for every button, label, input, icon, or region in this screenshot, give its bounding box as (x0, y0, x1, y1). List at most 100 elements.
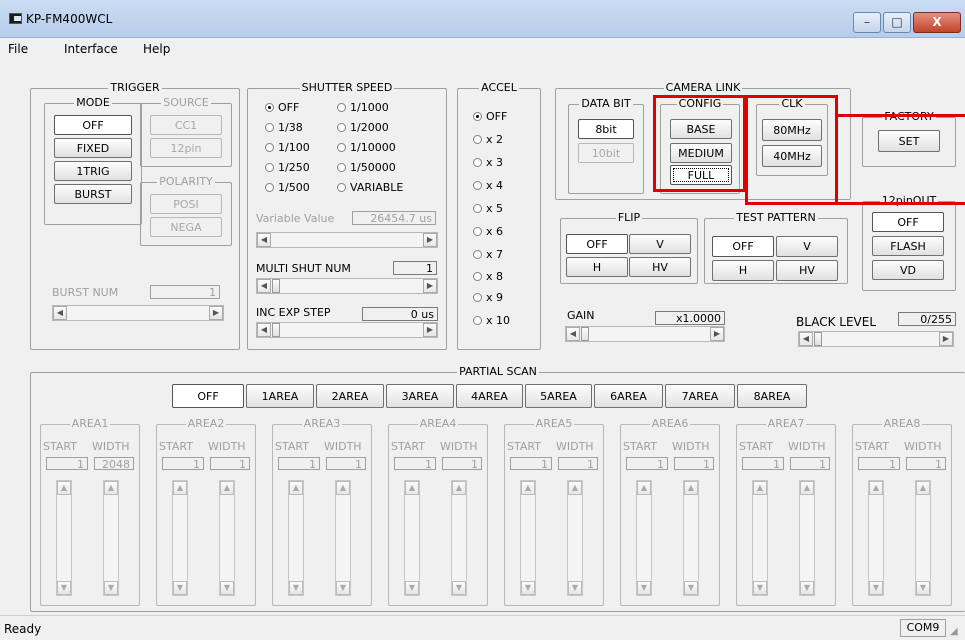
area-start-scrollbar[interactable]: ▲ ▼ (636, 480, 652, 596)
scroll-down-icon[interactable]: ▼ (173, 581, 187, 595)
area-start-field[interactable]: 1 (626, 457, 668, 471)
area-start-scrollbar[interactable]: ▲ ▼ (752, 480, 768, 596)
partial-tab-6area[interactable]: 6AREA (594, 384, 663, 408)
shutter-variable-radio[interactable]: VARIABLE (337, 181, 403, 194)
shutter-1-250-radio[interactable]: 1/250 (265, 161, 310, 174)
scroll-down-icon[interactable]: ▼ (405, 581, 419, 595)
polarity-posi-button[interactable]: POSI (150, 194, 222, 214)
shutter-1-10000-radio[interactable]: 1/10000 (337, 141, 396, 154)
scroll-up-icon[interactable]: ▲ (405, 481, 419, 495)
scroll-right-icon[interactable]: ▶ (423, 233, 437, 247)
area-width-field[interactable]: 1 (790, 457, 830, 471)
flip-off-button[interactable]: OFF (566, 234, 628, 254)
test-hv-button[interactable]: HV (776, 260, 838, 281)
area-width-scrollbar[interactable]: ▲ ▼ (335, 480, 351, 596)
scroll-down-icon[interactable]: ▼ (869, 581, 883, 595)
pinout-off-button[interactable]: OFF (872, 212, 944, 232)
inc-exp-step-scrollbar[interactable]: ◀ ▶ (256, 322, 438, 338)
pinout-vd-button[interactable]: VD (872, 260, 944, 280)
scroll-thumb[interactable] (814, 332, 822, 346)
accel-x10-radio[interactable]: x 10 (473, 314, 510, 327)
scroll-down-icon[interactable]: ▼ (220, 581, 234, 595)
mode-1trig-button[interactable]: 1TRIG (54, 161, 132, 181)
shutter-1-500-radio[interactable]: 1/500 (265, 181, 310, 194)
pinout-flash-button[interactable]: FLASH (872, 236, 944, 256)
inc-exp-step-field[interactable]: 0 us (362, 307, 438, 321)
shutter-1-38-radio[interactable]: 1/38 (265, 121, 303, 134)
variable-value-field[interactable]: 26454.7 us (352, 211, 436, 225)
scroll-left-icon[interactable]: ◀ (257, 279, 271, 293)
variable-value-scrollbar[interactable]: ◀ ▶ (256, 232, 438, 248)
scroll-up-icon[interactable]: ▲ (916, 481, 930, 495)
area-width-scrollbar[interactable]: ▲ ▼ (915, 480, 931, 596)
scroll-up-icon[interactable]: ▲ (521, 481, 535, 495)
burst-num-scrollbar[interactable]: ◀ ▶ (52, 305, 224, 321)
shutter-1-1000-radio[interactable]: 1/1000 (337, 101, 389, 114)
mode-off-button[interactable]: OFF (54, 115, 132, 135)
flip-h-button[interactable]: H (566, 257, 628, 277)
source-cc1-button[interactable]: CC1 (150, 115, 222, 135)
partial-tab-3area[interactable]: 3AREA (386, 384, 454, 408)
scroll-down-icon[interactable]: ▼ (452, 581, 466, 595)
scroll-down-icon[interactable]: ▼ (57, 581, 71, 595)
area-start-scrollbar[interactable]: ▲ ▼ (520, 480, 536, 596)
scroll-down-icon[interactable]: ▼ (104, 581, 118, 595)
menu-interface[interactable]: Interface (64, 42, 118, 56)
area-start-field[interactable]: 1 (46, 457, 88, 471)
multi-shut-field[interactable]: 1 (393, 261, 437, 275)
accel-x6-radio[interactable]: x 6 (473, 225, 503, 238)
test-h-button[interactable]: H (712, 260, 774, 281)
shutter-off-radio[interactable]: OFF (265, 101, 299, 114)
shutter-1-100-radio[interactable]: 1/100 (265, 141, 310, 154)
scroll-down-icon[interactable]: ▼ (684, 581, 698, 595)
area-start-field[interactable]: 1 (742, 457, 784, 471)
partial-tab-5area[interactable]: 5AREA (525, 384, 592, 408)
scroll-down-icon[interactable]: ▼ (916, 581, 930, 595)
scroll-up-icon[interactable]: ▲ (800, 481, 814, 495)
area-width-scrollbar[interactable]: ▲ ▼ (567, 480, 583, 596)
area-start-scrollbar[interactable]: ▲ ▼ (56, 480, 72, 596)
area-start-field[interactable]: 1 (394, 457, 436, 471)
resize-grip-icon[interactable]: ◢ (950, 626, 958, 637)
accel-x4-radio[interactable]: x 4 (473, 179, 503, 192)
flip-v-button[interactable]: V (629, 234, 691, 254)
scroll-up-icon[interactable]: ▲ (753, 481, 767, 495)
area-width-scrollbar[interactable]: ▲ ▼ (683, 480, 699, 596)
partial-tab-7area[interactable]: 7AREA (665, 384, 735, 408)
scroll-up-icon[interactable]: ▲ (173, 481, 187, 495)
scroll-left-icon[interactable]: ◀ (53, 306, 67, 320)
black-level-scrollbar[interactable]: ◀ ▶ (798, 331, 954, 347)
scroll-up-icon[interactable]: ▲ (568, 481, 582, 495)
scroll-right-icon[interactable]: ▶ (710, 327, 724, 341)
shutter-1-50000-radio[interactable]: 1/50000 (337, 161, 396, 174)
gain-scrollbar[interactable]: ◀ ▶ (565, 326, 725, 342)
accel-x8-radio[interactable]: x 8 (473, 270, 503, 283)
area-width-scrollbar[interactable]: ▲ ▼ (451, 480, 467, 596)
area-start-scrollbar[interactable]: ▲ ▼ (404, 480, 420, 596)
data-bit-8bit-button[interactable]: 8bit (578, 119, 634, 139)
test-v-button[interactable]: V (776, 236, 838, 257)
partial-tab-8area[interactable]: 8AREA (737, 384, 807, 408)
area-start-field[interactable]: 1 (858, 457, 900, 471)
burst-num-field[interactable]: 1 (150, 285, 220, 299)
test-off-button[interactable]: OFF (712, 236, 774, 257)
factory-set-button[interactable]: SET (878, 130, 940, 152)
scroll-right-icon[interactable]: ▶ (423, 323, 437, 337)
scroll-down-icon[interactable]: ▼ (521, 581, 535, 595)
scroll-left-icon[interactable]: ◀ (566, 327, 580, 341)
accel-x3-radio[interactable]: x 3 (473, 156, 503, 169)
data-bit-10bit-button[interactable]: 10bit (578, 143, 634, 163)
area-width-field[interactable]: 1 (210, 457, 250, 471)
close-button[interactable]: X (913, 12, 961, 33)
partial-tab-off[interactable]: OFF (172, 384, 244, 408)
scroll-right-icon[interactable]: ▶ (209, 306, 223, 320)
mode-burst-button[interactable]: BURST (54, 184, 132, 204)
accel-x2-radio[interactable]: x 2 (473, 133, 503, 146)
scroll-down-icon[interactable]: ▼ (289, 581, 303, 595)
area-width-scrollbar[interactable]: ▲ ▼ (103, 480, 119, 596)
polarity-nega-button[interactable]: NEGA (150, 217, 222, 237)
accel-off-radio[interactable]: OFF (473, 110, 507, 123)
accel-x7-radio[interactable]: x 7 (473, 248, 503, 261)
area-start-scrollbar[interactable]: ▲ ▼ (288, 480, 304, 596)
area-width-field[interactable]: 1 (326, 457, 366, 471)
